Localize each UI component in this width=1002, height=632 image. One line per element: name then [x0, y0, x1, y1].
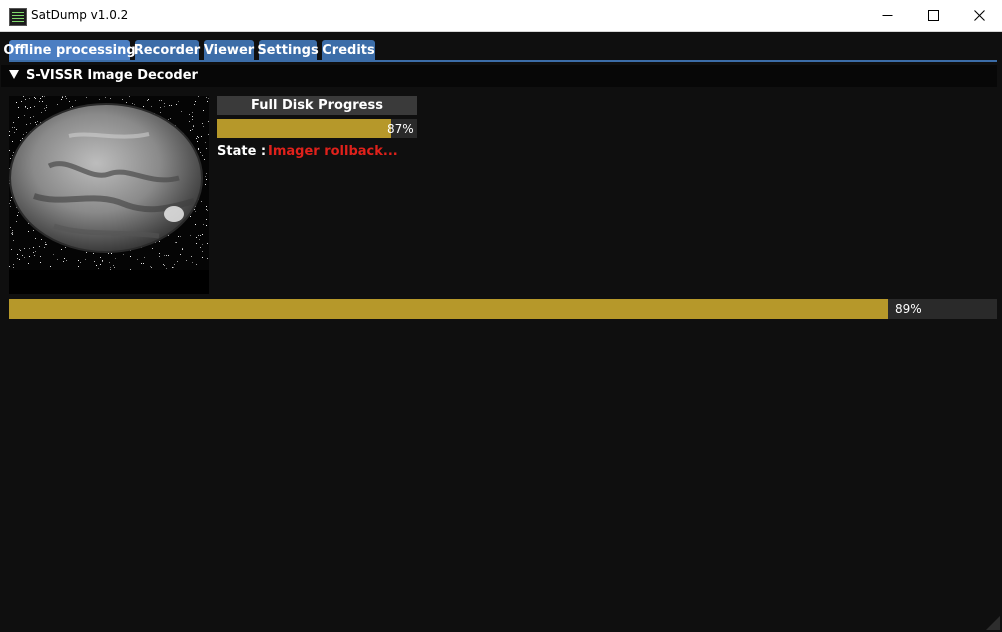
- close-button[interactable]: [956, 0, 1002, 31]
- full-disk-progress-button[interactable]: Full Disk Progress: [217, 96, 417, 115]
- overall-progress-fill: [9, 299, 888, 319]
- triangle-down-icon: [9, 70, 19, 79]
- earth-image-preview: [9, 96, 209, 294]
- minimize-button[interactable]: [864, 0, 910, 31]
- full-disk-progress-bar: 87%: [217, 119, 417, 138]
- decoder-section-header[interactable]: S-VISSR Image Decoder: [1, 65, 997, 87]
- overall-progress-bar: 89%: [9, 299, 997, 319]
- tab-underline: [9, 60, 997, 62]
- maximize-button[interactable]: [910, 0, 956, 31]
- satdump-icon: [9, 8, 27, 26]
- full-disk-progress-label: 87%: [387, 121, 414, 136]
- full-disk-progress-fill: [217, 119, 391, 138]
- window-titlebar: SatDump v1.0.2: [0, 0, 1002, 32]
- tab-offline-processing[interactable]: Offline processing: [3, 40, 136, 60]
- tab-settings[interactable]: Settings: [257, 40, 319, 60]
- main-tab-bar: Offline processing Recorder Viewer Setti…: [0, 32, 1002, 62]
- decoder-title: S-VISSR Image Decoder: [26, 68, 198, 83]
- resize-grip[interactable]: [986, 616, 1000, 630]
- tab-recorder[interactable]: Recorder: [134, 40, 200, 60]
- state-label: State :: [217, 144, 267, 159]
- tab-credits[interactable]: Credits: [322, 40, 375, 60]
- state-value: Imager rollback...: [268, 144, 398, 159]
- minimize-icon: [882, 15, 892, 16]
- tab-viewer[interactable]: Viewer: [204, 40, 254, 60]
- maximize-icon: [927, 10, 939, 21]
- close-icon: [973, 10, 985, 21]
- overall-progress-label: 89%: [895, 302, 922, 316]
- window-title: SatDump v1.0.2: [31, 8, 129, 22]
